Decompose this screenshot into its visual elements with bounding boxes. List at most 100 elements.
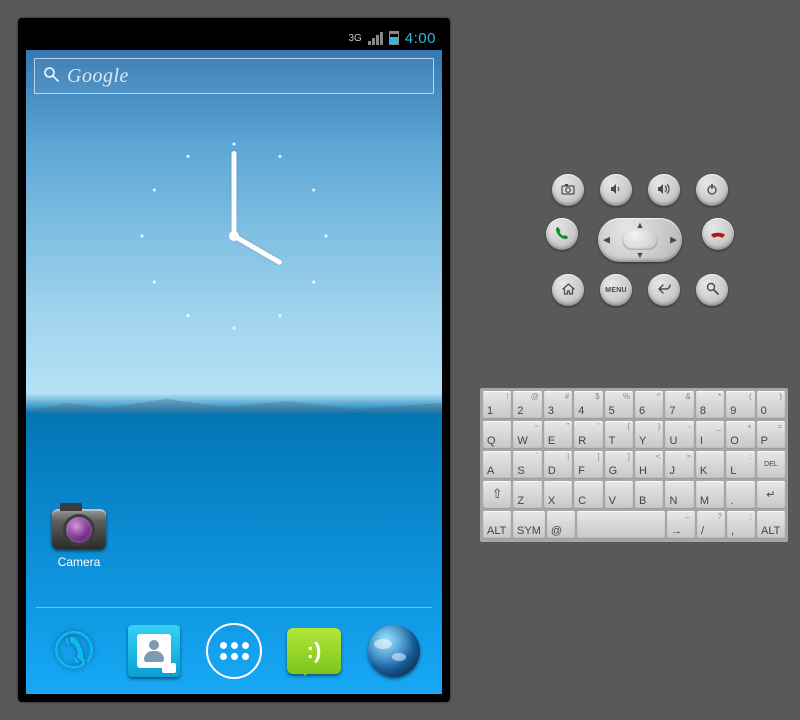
phone-icon: ✆	[53, 622, 95, 680]
hw-home-button[interactable]	[552, 274, 584, 306]
wallpaper-mountains	[26, 393, 442, 413]
hw-camera-button[interactable]	[552, 174, 584, 206]
key-j[interactable]: J>	[665, 451, 693, 479]
key-k[interactable]: K	[696, 451, 724, 479]
dpad-right[interactable]: ▶	[670, 235, 677, 246]
key-enter[interactable]: ↵	[757, 481, 785, 509]
key-@[interactable]: @	[547, 511, 575, 539]
menu-label: MENU	[605, 287, 627, 294]
key-4[interactable]: 4$	[574, 391, 602, 419]
key-alt[interactable]: ALT	[483, 511, 511, 539]
key-u[interactable]: U-	[665, 421, 693, 449]
signal-icon	[368, 32, 383, 45]
key-x[interactable]: X	[544, 481, 572, 509]
key-i[interactable]: I_	[696, 421, 724, 449]
network-type-label: 3G	[348, 33, 361, 44]
analog-clock-widget[interactable]	[134, 136, 334, 336]
key-z[interactable]: Z	[513, 481, 541, 509]
browser-icon	[368, 625, 420, 677]
dock-messaging[interactable]: :)	[285, 622, 343, 680]
hw-dpad: ▲ ▼ ◀ ▶	[598, 218, 682, 262]
key-w[interactable]: W~	[513, 421, 541, 449]
power-icon	[706, 183, 718, 198]
key-n[interactable]: N	[665, 481, 693, 509]
hw-volume-up-button[interactable]	[648, 174, 680, 206]
dpad-up[interactable]: ▲	[636, 220, 645, 230]
key-c[interactable]: C	[574, 481, 602, 509]
key-e[interactable]: E"	[544, 421, 572, 449]
clock-label: 4:00	[405, 30, 436, 47]
key-b[interactable]: B	[635, 481, 663, 509]
key-9[interactable]: 9(	[726, 391, 754, 419]
key-.[interactable]: .	[726, 481, 754, 509]
dpad-center[interactable]	[622, 230, 658, 250]
key-a[interactable]: A	[483, 451, 511, 479]
emulator-keyboard: 1!2@3#4$5%6^7&8*9(0) QW~E"R'T{Y}U-I_O+P= A…	[480, 388, 788, 542]
key-0[interactable]: 0)	[757, 391, 785, 419]
search-placeholder: Google	[67, 65, 129, 88]
key-h[interactable]: H<	[635, 451, 663, 479]
key-shift[interactable]: ⇧	[483, 481, 511, 509]
key-5[interactable]: 5%	[605, 391, 633, 419]
key-t[interactable]: T{	[605, 421, 633, 449]
hw-menu-button[interactable]: MENU	[600, 274, 632, 306]
dock-divider	[36, 607, 432, 608]
dock-phone[interactable]: ✆	[45, 622, 103, 680]
key-q[interactable]: Q	[483, 421, 511, 449]
status-bar[interactable]: 3G 4:00	[26, 26, 442, 50]
dpad-down[interactable]: ▼	[636, 250, 645, 260]
key-→[interactable]: →←	[667, 511, 695, 539]
key-sym[interactable]: SYM	[513, 511, 545, 539]
key-m[interactable]: M	[696, 481, 724, 509]
key-g[interactable]: G]	[605, 451, 633, 479]
key-7[interactable]: 7&	[665, 391, 693, 419]
key-del[interactable]: DEL	[757, 451, 785, 479]
device-screen[interactable]: 3G 4:00 Google C	[26, 26, 442, 694]
camera-icon	[52, 509, 106, 549]
key-y[interactable]: Y}	[635, 421, 663, 449]
key-d[interactable]: D|	[544, 451, 572, 479]
volume-down-icon	[609, 183, 623, 198]
back-icon	[657, 283, 671, 298]
google-search-bar[interactable]: Google	[34, 58, 434, 94]
key-space[interactable]	[577, 511, 665, 539]
key-alt[interactable]: ALT	[757, 511, 785, 539]
key-1[interactable]: 1!	[483, 391, 511, 419]
key-p[interactable]: P=	[757, 421, 785, 449]
dock: ✆ :)	[26, 616, 442, 686]
key-,[interactable]: ,;	[727, 511, 755, 539]
hw-end-call-button[interactable]	[702, 218, 734, 250]
hw-power-button[interactable]	[696, 174, 728, 206]
key-o[interactable]: O+	[726, 421, 754, 449]
messaging-icon: :)	[287, 628, 341, 674]
key-r[interactable]: R'	[574, 421, 602, 449]
home-icon	[562, 283, 575, 298]
camera-label: Camera	[44, 555, 114, 569]
hw-volume-down-button[interactable]	[600, 174, 632, 206]
key-v[interactable]: V	[605, 481, 633, 509]
hw-call-button[interactable]	[546, 218, 578, 250]
camera-icon	[561, 183, 575, 198]
battery-icon	[389, 31, 399, 45]
key-s[interactable]: S`	[513, 451, 541, 479]
key-2[interactable]: 2@	[513, 391, 541, 419]
search-icon	[43, 66, 59, 87]
key-/[interactable]: /?	[697, 511, 725, 539]
key-8[interactable]: 8*	[696, 391, 724, 419]
dpad-left[interactable]: ◀	[603, 235, 610, 246]
dock-app-drawer[interactable]	[205, 622, 263, 680]
volume-up-icon	[657, 183, 671, 198]
hw-back-button[interactable]	[648, 274, 680, 306]
hw-search-button[interactable]	[696, 274, 728, 306]
contacts-icon	[128, 625, 180, 677]
emulator-device-frame: 3G 4:00 Google C	[18, 18, 450, 702]
key-f[interactable]: F[	[574, 451, 602, 479]
dock-browser[interactable]	[365, 622, 423, 680]
key-6[interactable]: 6^	[635, 391, 663, 419]
key-3[interactable]: 3#	[544, 391, 572, 419]
clock-center-dot	[229, 231, 239, 241]
dock-contacts[interactable]	[125, 622, 183, 680]
key-l[interactable]: L:	[726, 451, 754, 479]
search-icon	[706, 282, 719, 298]
app-icon-camera[interactable]: Camera	[44, 509, 114, 569]
